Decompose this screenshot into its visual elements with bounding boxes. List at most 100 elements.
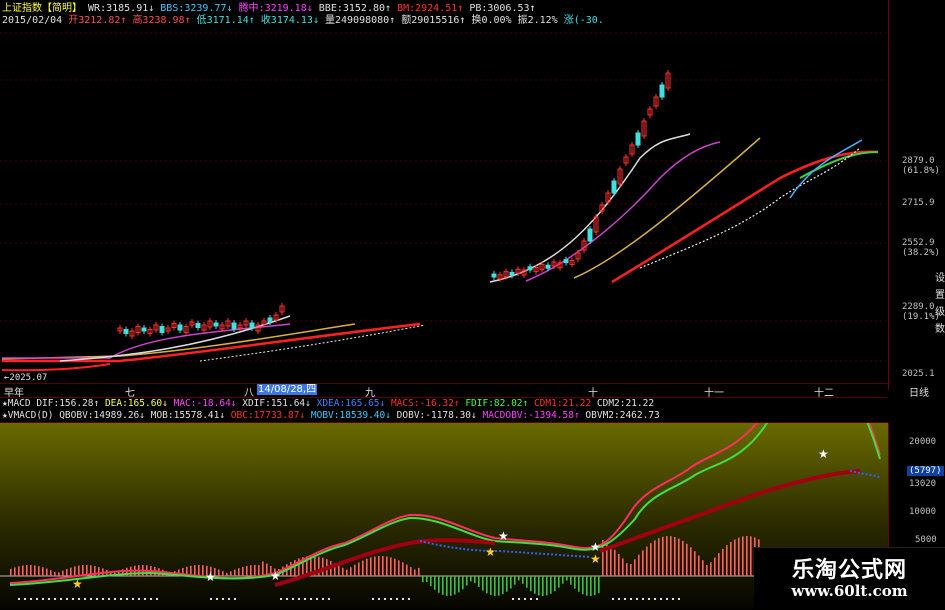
histogram-bar [646,546,648,576]
price-pct-1: (61.8%) [902,166,940,176]
star-icon: ★ [485,545,496,559]
histogram-bar [426,576,428,583]
candle-left [195,323,201,328]
candle-right [587,228,593,242]
view-mode[interactable]: 【简明】 [42,3,82,14]
signal-dot [72,598,74,600]
quote-date: 2015/02/04 [2,15,63,26]
signal-dot [216,598,218,600]
histogram-bar [486,576,488,594]
candle-right [509,271,515,276]
macd-value-6: FDIF:82.02↑ [465,398,534,409]
histogram-bar [198,565,200,576]
histogram-bar [354,564,356,576]
ma-line-red-left [2,322,421,363]
histogram-bar [262,561,264,576]
signal-dot [630,598,632,600]
side-menu-item-1[interactable]: 设 [935,270,945,287]
signal-dot [624,598,626,600]
macd-value-1: DEA:165.60↓ [104,398,174,409]
vmacd-value-6: OBVM2:2462.73 [585,410,660,421]
histogram-bar [394,558,396,576]
histogram-bar [582,576,584,595]
period-label[interactable]: 日线 [909,384,929,399]
signal-dot [144,598,146,600]
side-menu-item-4[interactable]: 数 [935,321,945,338]
signal-dot [96,598,98,600]
security-name[interactable]: 上证指数 [2,3,42,14]
histogram-bar [370,557,372,576]
star-icon: ★ [270,569,281,583]
histogram-bar [694,551,696,576]
histogram-bar [614,549,616,576]
signal-dot [612,598,614,600]
histogram-bar [374,556,376,576]
histogram-bar [502,576,504,595]
candle-right [635,132,641,146]
macd-value-4: XDEA:165.65↓ [316,398,391,409]
histogram-bar [650,543,652,576]
watermark-url: www.60lt.com [791,582,908,600]
histogram-bar [470,576,472,582]
histogram-bar [538,576,540,596]
candle-right [611,180,617,194]
macd-value-0: ★MACD DIF:156.28↑ [2,398,105,409]
signal-dot [90,598,92,600]
histogram-bar [418,567,420,576]
signal-dot [372,598,374,600]
vmacd-tick-1: 20000 [909,437,937,447]
histogram-bar [618,553,620,576]
candle-right [491,273,497,278]
histogram-bar [22,565,24,576]
histogram-bar [506,576,508,592]
time-axis: 早年 七 八 14/08/28,四 九 十 十一 十二 日线 [0,384,945,399]
price-chart[interactable]: ←2025.07 [0,28,886,383]
histogram-bar [494,576,496,596]
signal-dot [648,598,650,600]
histogram-bar [522,576,524,584]
histogram-bar [350,567,352,576]
signal-dot [384,598,386,600]
histogram-bar [534,576,536,594]
histogram-bar [678,538,680,576]
macd-value-8: CDM2:21.22 [596,398,655,409]
signal-dot [24,598,26,600]
histogram-bar [454,576,456,595]
histogram-bar [226,572,228,576]
histogram-bar [70,567,72,576]
histogram-bar [34,565,36,576]
histogram-bar [434,576,436,590]
side-menu-item-3[interactable]: 级 [935,304,945,321]
vmacd-value-2: OBC:17733.87↓ [230,410,311,421]
histogram-bar [718,553,720,576]
indicator-value-0: WR:3185.91↓ [88,3,161,14]
histogram-bar [38,566,40,576]
histogram-bar [442,576,444,595]
watermark-title: 乐淘公式网 [791,558,907,583]
histogram-bar [682,540,684,576]
histogram-bar [98,567,100,576]
quote-value-4: 量249098080↑ [325,15,402,26]
histogram-bar [626,563,628,576]
histogram-bar [542,576,544,596]
vmacd-tick-5: 5000 [915,535,937,545]
histogram-bar [690,547,692,576]
histogram-bar [562,576,564,584]
histogram-bar [30,565,32,576]
vmacd-tick-3: 13020 [909,479,937,489]
side-menu-item-2[interactable]: 置 [935,287,945,304]
histogram-bar [710,562,712,576]
histogram-bar [430,576,432,587]
star-icon: ★ [205,570,216,584]
star-icon: ★ [590,552,601,566]
vmacd-value-3: MOBV:18539.40↓ [310,410,397,421]
histogram-bar [246,565,248,576]
price-tick-1: 2879.0 [902,156,935,166]
signal-dot [328,598,330,600]
signal-dot [298,598,300,600]
candle-left [141,327,147,332]
histogram-bar [514,576,516,585]
histogram-bar [386,556,388,576]
signal-dot [322,598,324,600]
histogram-bar [550,576,552,594]
